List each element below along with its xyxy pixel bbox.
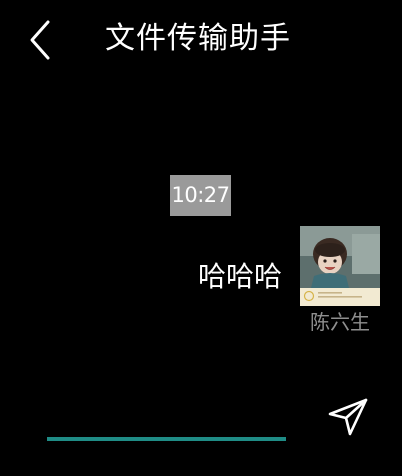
message-text[interactable]: 哈哈哈 xyxy=(198,257,282,297)
header: 文件传输助手 xyxy=(0,0,402,80)
page-title: 文件传输助手 xyxy=(105,21,291,56)
send-icon xyxy=(326,394,370,438)
avatar[interactable] xyxy=(300,226,380,306)
back-button[interactable] xyxy=(22,18,62,62)
message-input[interactable] xyxy=(47,437,286,441)
send-button[interactable] xyxy=(326,394,370,438)
sender-name: 陈六生 xyxy=(310,310,370,334)
timestamp-badge: 10:27 xyxy=(170,175,231,216)
back-chevron-icon xyxy=(22,18,62,62)
